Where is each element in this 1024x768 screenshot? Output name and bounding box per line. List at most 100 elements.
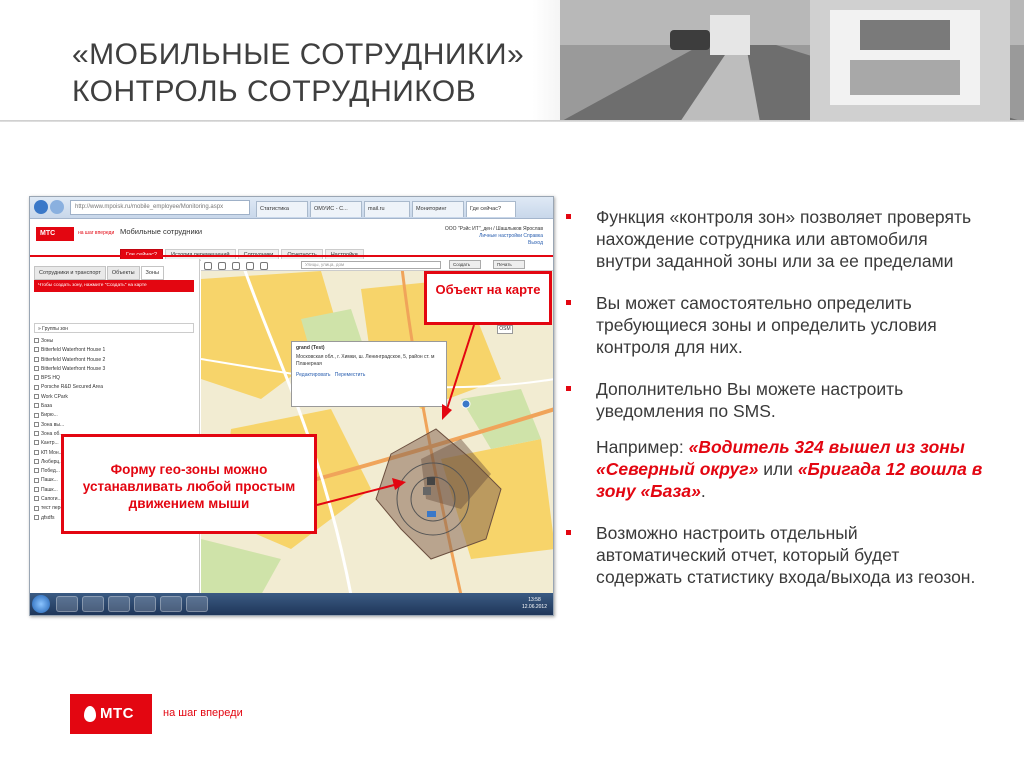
tab-objects[interactable]: Объекты [106, 266, 140, 280]
help-link[interactable]: Справка [523, 233, 543, 239]
pan-tool-icon[interactable] [204, 262, 212, 270]
bullet-marker [566, 530, 571, 535]
zone-checkbox[interactable] [34, 421, 39, 427]
browser-tab-active[interactable]: Где сейчас? [466, 201, 516, 217]
browser-tab[interactable]: mail.ru [364, 201, 410, 217]
ruler-tool-icon[interactable] [246, 262, 254, 270]
draw-tool-icon[interactable] [232, 262, 240, 270]
zone-checkbox[interactable] [34, 431, 39, 437]
zones-panel: Сотрудники и транспорт Объекты Зоны Чтобы … [30, 259, 200, 595]
map-search-input[interactable]: Улицы, улица, дом [301, 261, 441, 269]
popup-move-link[interactable]: Переместить [335, 372, 366, 378]
map-toolbar: Улицы, улица, дом Создать Печать [201, 259, 553, 271]
outlook-icon[interactable] [134, 596, 156, 612]
zone-label: База [41, 403, 53, 410]
map-create-button[interactable]: Создать [449, 260, 481, 269]
explorer-icon[interactable] [82, 596, 104, 612]
zone-label: Зона вы... [41, 421, 65, 428]
zone-label: Bitterfeld Waterfront House 1 [41, 347, 106, 354]
zone-list-item[interactable]: Work CPark [34, 393, 194, 402]
zone-checkbox[interactable] [34, 393, 39, 399]
zone-label: Кантр... [41, 440, 59, 447]
media-icon[interactable] [108, 596, 130, 612]
zone-label: Пашк... [41, 477, 58, 484]
zone-label: Бирю... [41, 412, 58, 419]
zone-list-item[interactable]: Bitterfeld Waterfront House 1 [34, 346, 194, 355]
map-print-button[interactable]: Печать [493, 260, 525, 269]
bullet-item: Возможно настроить отдельный автоматичес… [566, 522, 986, 588]
zone-checkbox[interactable] [34, 505, 39, 511]
zone-checkbox[interactable] [34, 459, 39, 465]
start-button-icon[interactable] [32, 595, 50, 613]
zone-list-item[interactable]: Porsche R&D Secured Area [34, 383, 194, 392]
mts-logo: МТС [70, 694, 152, 734]
slide-title: «МОБИЛЬНЫЕ СОТРУДНИКИ» КОНТРОЛЬ СОТРУДНИ… [72, 36, 524, 110]
popup-edit-link[interactable]: Редактировать [296, 372, 331, 378]
mts-logo-small[interactable]: МТС [36, 227, 74, 241]
zone-checkbox[interactable] [34, 366, 39, 372]
zone-checkbox[interactable] [34, 468, 39, 474]
bullet-marker [566, 386, 571, 391]
zone-list-item[interactable]: Bitterfeld Waterfront House 2 [34, 356, 194, 365]
panel-tabs: Сотрудники и транспорт Объекты Зоны [34, 261, 165, 280]
tab-zones[interactable]: Зоны [140, 266, 164, 280]
zone-checkbox[interactable] [34, 440, 39, 446]
zone-checkbox[interactable] [34, 486, 39, 492]
browser-tab[interactable]: Мониторинг [412, 201, 464, 217]
zone-checkbox[interactable] [34, 514, 39, 520]
zone-checkbox[interactable] [34, 375, 39, 381]
zone-checkbox[interactable] [34, 356, 39, 362]
slide: «МОБИЛЬНЫЕ СОТРУДНИКИ» КОНТРОЛЬ СОТРУДНИ… [0, 0, 1024, 768]
zone-checkbox[interactable] [34, 496, 39, 502]
zone-checkbox[interactable] [34, 412, 39, 418]
zone-checkbox[interactable] [34, 403, 39, 409]
bullet-item: Дополнительно Вы можете настроить уведом… [566, 378, 986, 422]
clock-date: 12.06.2012 [521, 604, 547, 610]
osm-layer-button[interactable]: OSM [497, 325, 513, 334]
zone-checkbox[interactable] [34, 347, 39, 353]
powerpoint-icon[interactable] [186, 596, 208, 612]
zone-checkbox[interactable] [34, 477, 39, 483]
zone-label: Зоны [41, 338, 54, 344]
zone-checkbox[interactable] [34, 449, 39, 455]
browser-tab[interactable]: Статистика [256, 201, 308, 217]
zone-list-item[interactable]: Бирю... [34, 411, 194, 420]
select-tool-icon[interactable] [218, 262, 226, 270]
zone-label: BPS HQ [41, 375, 60, 382]
back-icon[interactable] [34, 200, 48, 214]
forward-icon[interactable] [50, 200, 64, 214]
browser-tab[interactable]: ОМУИС - С... [310, 201, 362, 217]
bullet-text: Дополнительно Вы можете настроить уведом… [596, 379, 904, 421]
taskbar-clock: 13:58 12.06.2012 [522, 597, 547, 611]
zone-list-item[interactable]: Bitterfeld Waterfront House 3 [34, 365, 194, 374]
zone-checkbox[interactable] [34, 338, 39, 344]
zone-list-item[interactable]: Зона вы... [34, 421, 194, 430]
bullet-item: Функция «контроля зон» позволяет проверя… [566, 206, 986, 272]
zone-list-item[interactable]: Зоны [34, 337, 194, 346]
bullet-marker [566, 214, 571, 219]
user-info: ООО "Рэйс ИТ"_ден / Шашлыков Ярослав Лич… [445, 226, 543, 247]
windows-taskbar: 13:58 12.06.2012 [30, 593, 553, 615]
popup-title: grand (Test) [296, 345, 325, 351]
zoom-tool-icon[interactable] [260, 262, 268, 270]
address-bar[interactable]: http://www.mpoisk.ru/mobile_employee/Mon… [70, 200, 250, 215]
geozone-callout: Форму гео-зоны можно устанавливать любой… [61, 434, 317, 534]
zone-checkbox[interactable] [34, 384, 39, 390]
bullet-text: Возможно настроить отдельный автоматичес… [596, 523, 976, 587]
zone-label: Bitterfeld Waterfront House 2 [41, 356, 106, 363]
app-icon[interactable] [160, 596, 182, 612]
zone-list-item[interactable]: База [34, 402, 194, 411]
browser-tabbar: http://www.mpoisk.ru/mobile_employee/Mon… [30, 197, 553, 219]
zone-label: КП Мон... [41, 449, 63, 456]
zone-list-item[interactable]: BPS HQ [34, 374, 194, 383]
tab-employees[interactable]: Сотрудники и транспорт [34, 266, 106, 280]
popup-address: Московская обл., г. Химки, ш. Ленинградс… [296, 354, 435, 367]
mts-logo-text: МТС [100, 705, 134, 722]
ie-icon[interactable] [56, 596, 78, 612]
logout-link[interactable]: Выход [528, 240, 543, 246]
footer-tagline: на шаг впереди [163, 707, 243, 719]
settings-link[interactable]: Личные настройки [479, 233, 522, 239]
bullet-text: Функция «контроля зон» позволяет проверя… [596, 207, 972, 271]
object-popup: grand (Test) Московская обл., г. Химки, … [291, 341, 447, 407]
zone-groups-dropdown[interactable]: » Группы зон [34, 323, 194, 333]
